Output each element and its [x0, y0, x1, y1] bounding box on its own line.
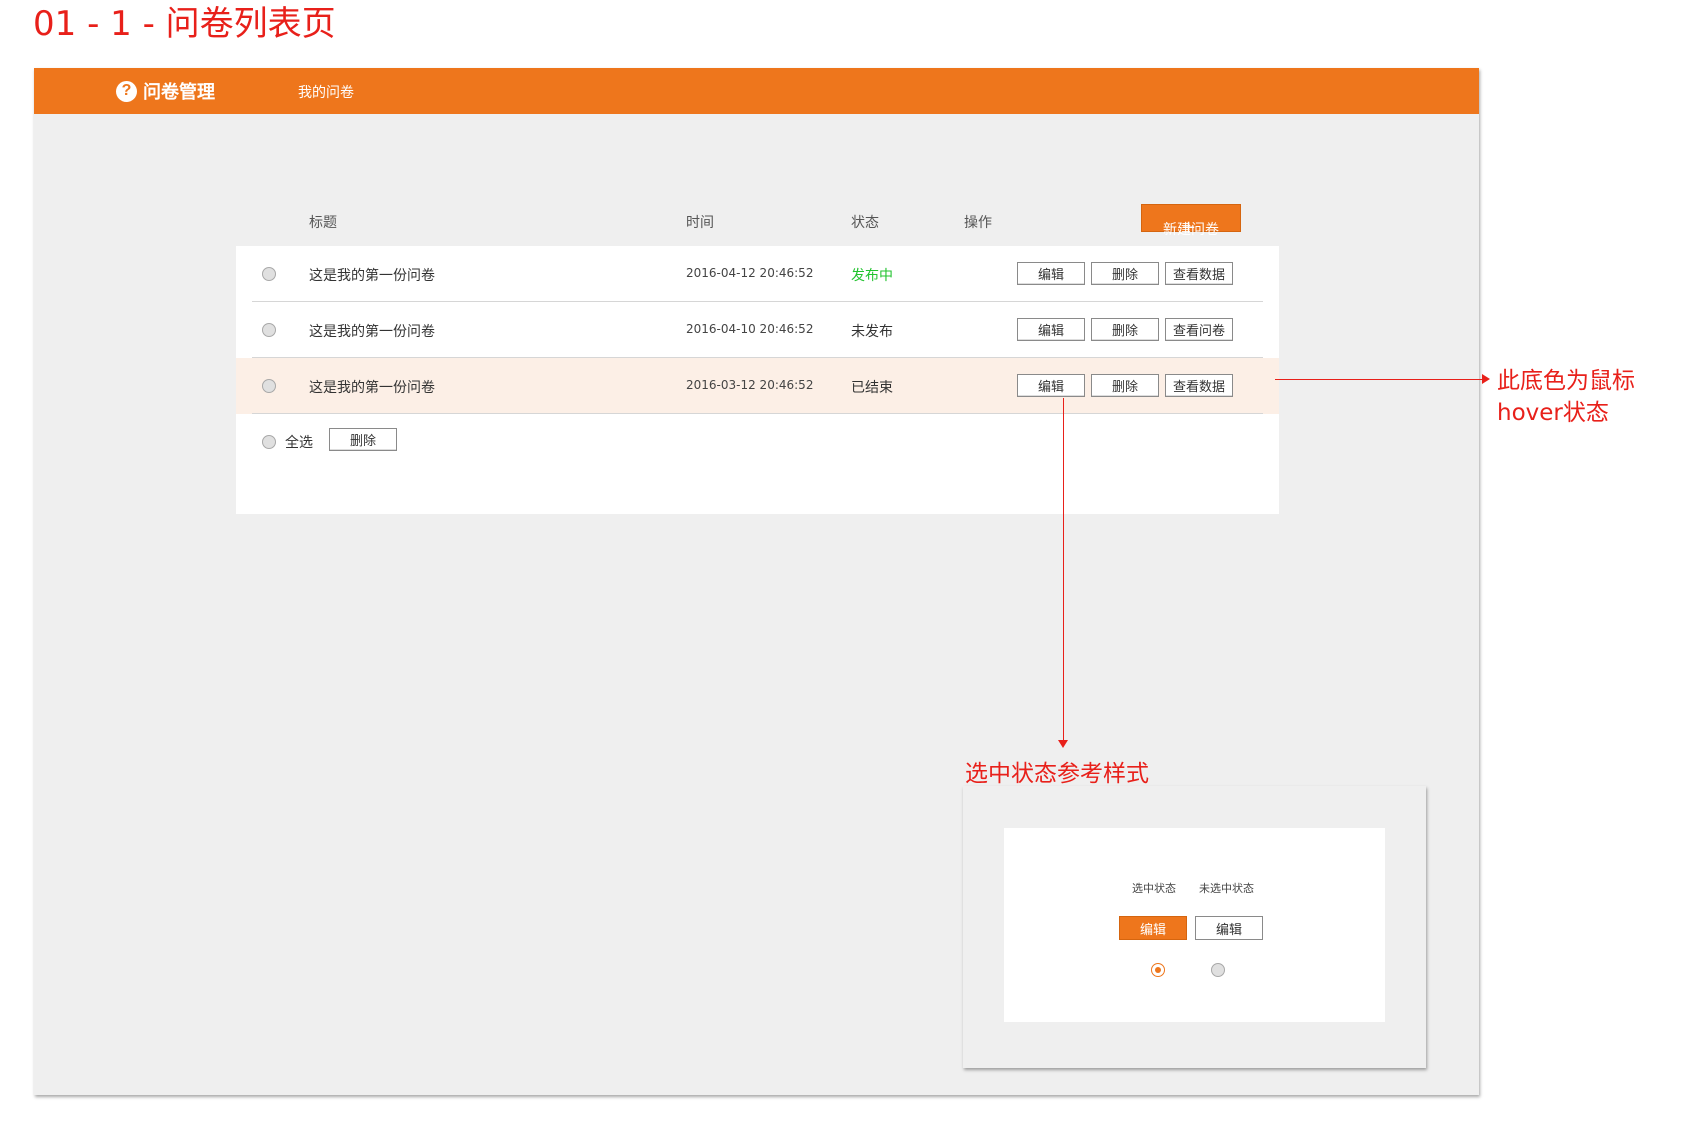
- edit-button-selected[interactable]: 编辑: [1119, 916, 1187, 940]
- row-title: 这是我的第一份问卷: [309, 324, 435, 340]
- app-logo[interactable]: ? 问卷管理: [116, 78, 215, 104]
- select-all-radio[interactable]: [262, 435, 276, 449]
- row-status: 未发布: [851, 324, 893, 340]
- view-survey-button[interactable]: 查看问卷: [1165, 318, 1233, 341]
- hover-annotation-line2: hover状态: [1497, 400, 1609, 426]
- row-time: 2016-04-10 20:46:52: [686, 322, 814, 336]
- table-row[interactable]: 这是我的第一份问卷 2016-04-12 20:46:52 发布中 编辑 删除 …: [236, 246, 1279, 302]
- annotation-arrow-line: [1063, 398, 1064, 742]
- table-body: 这是我的第一份问卷 2016-04-12 20:46:52 发布中 编辑 删除 …: [236, 246, 1279, 514]
- edit-button-unselected[interactable]: 编辑: [1195, 916, 1263, 940]
- row-time: 2016-04-12 20:46:52: [686, 266, 814, 280]
- new-survey-label: 新建问卷: [1163, 222, 1219, 238]
- row-radio[interactable]: [262, 323, 276, 337]
- delete-button[interactable]: 删除: [1091, 262, 1159, 285]
- header-action: 操作: [964, 215, 992, 231]
- selected-state-label: 选中状态: [1132, 882, 1176, 895]
- row-radio[interactable]: [262, 379, 276, 393]
- hover-annotation-line1: 此底色为鼠标: [1497, 368, 1635, 394]
- bulk-delete-button[interactable]: 删除: [329, 428, 397, 451]
- row-radio[interactable]: [262, 267, 276, 281]
- nav-my-surveys[interactable]: 我的问卷: [298, 82, 354, 102]
- row-status: 发布中: [851, 268, 893, 284]
- row-time: 2016-03-12 20:46:52: [686, 378, 814, 392]
- header-status: 状态: [851, 215, 879, 231]
- survey-table: 标题 时间 状态 操作 + 新建问卷 这是我的第一份问卷 2016-04-12 …: [236, 198, 1279, 514]
- arrow-down-icon: [1058, 740, 1068, 748]
- delete-button[interactable]: 删除: [1091, 318, 1159, 341]
- arrow-right-icon: [1482, 374, 1490, 384]
- row-title: 这是我的第一份问卷: [309, 268, 435, 284]
- question-circle-icon: ?: [116, 80, 137, 102]
- top-nav-bar: ? 问卷管理 我的问卷: [34, 68, 1479, 114]
- radio-dot: [1155, 967, 1161, 973]
- app-name: 问卷管理: [143, 82, 215, 103]
- header-time: 时间: [686, 215, 714, 231]
- row-status: 已结束: [851, 380, 893, 396]
- style-reference-card: 选中状态 未选中状态 编辑 编辑: [1004, 828, 1385, 1022]
- radio-selected[interactable]: [1151, 963, 1165, 977]
- table-header: 标题 时间 状态 操作 + 新建问卷: [236, 198, 1279, 238]
- hover-annotation: 此底色为鼠标 hover状态: [1497, 365, 1635, 429]
- view-data-button[interactable]: 查看数据: [1165, 262, 1233, 285]
- edit-button[interactable]: 编辑: [1017, 262, 1085, 285]
- header-title: 标题: [309, 215, 337, 231]
- page-title: 01 - 1 - 问卷列表页: [33, 4, 336, 44]
- edit-button[interactable]: 编辑: [1017, 318, 1085, 341]
- view-data-button[interactable]: 查看数据: [1165, 374, 1233, 397]
- edit-button[interactable]: 编辑: [1017, 374, 1085, 397]
- radio-unselected[interactable]: [1211, 963, 1225, 977]
- delete-button[interactable]: 删除: [1091, 374, 1159, 397]
- annotation-arrow-line: [1275, 379, 1485, 380]
- new-survey-button[interactable]: + 新建问卷: [1141, 204, 1241, 238]
- style-reference-panel: 选中状态 未选中状态 编辑 编辑: [963, 786, 1426, 1068]
- row-title: 这是我的第一份问卷: [309, 380, 435, 396]
- table-row-hover[interactable]: 这是我的第一份问卷 2016-03-12 20:46:52 已结束 编辑 删除 …: [236, 358, 1279, 414]
- table-footer: 全选 删除: [236, 414, 1279, 454]
- select-all-label[interactable]: 全选: [285, 432, 313, 452]
- unselected-state-label: 未选中状态: [1199, 882, 1254, 895]
- table-row[interactable]: 这是我的第一份问卷 2016-04-10 20:46:52 未发布 编辑 删除 …: [236, 302, 1279, 358]
